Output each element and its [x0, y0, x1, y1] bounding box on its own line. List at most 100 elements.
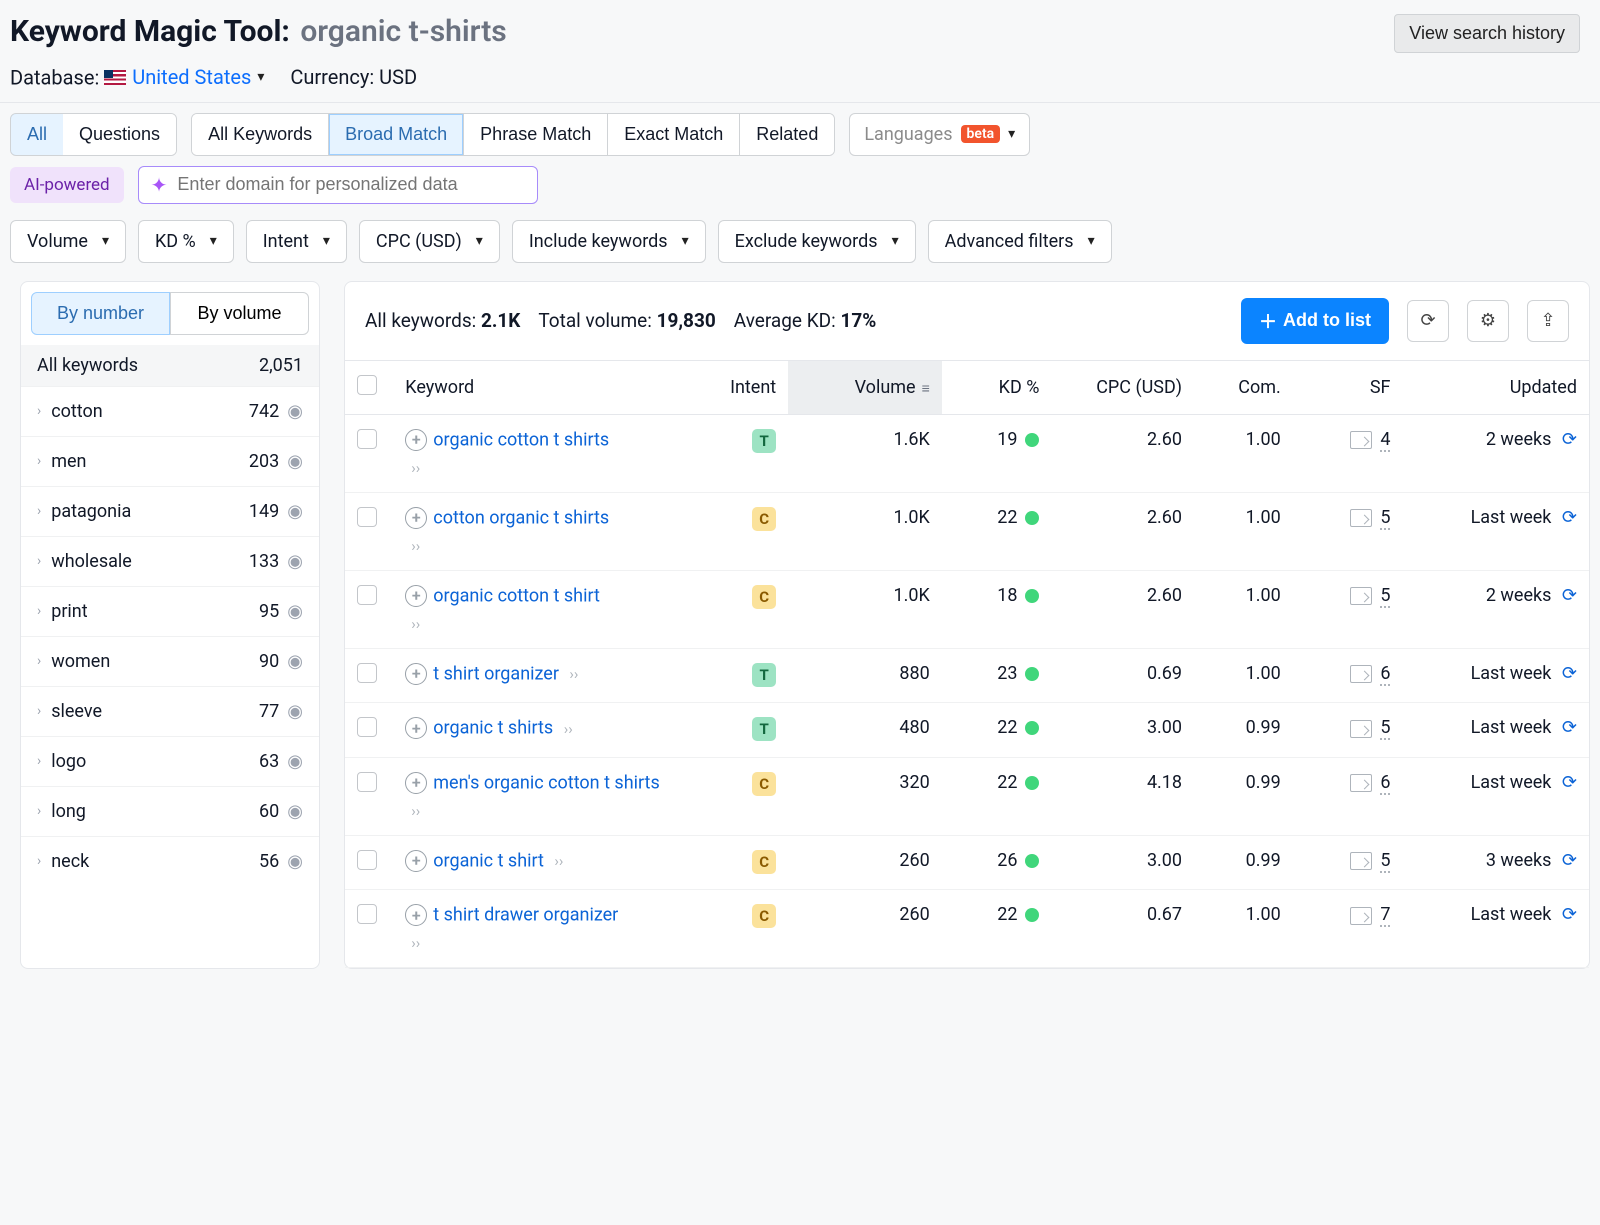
sidebar-group-sleeve[interactable]: ›sleeve77◉: [21, 686, 319, 736]
ai-domain-input[interactable]: [177, 174, 524, 195]
languages-dropdown[interactable]: Languages beta ▾: [849, 113, 1030, 156]
eye-icon[interactable]: ◉: [287, 851, 303, 872]
serp-features[interactable]: 5: [1350, 717, 1390, 740]
sidebar-tab-volume[interactable]: By volume: [170, 292, 309, 335]
keyword-link[interactable]: t shirt drawer organizer: [433, 905, 618, 926]
serp-features[interactable]: 5: [1350, 585, 1390, 608]
select-all-checkbox[interactable]: [357, 375, 377, 395]
refresh-row-button[interactable]: ⟳: [1562, 663, 1577, 684]
database-selector[interactable]: United States ▾: [104, 65, 264, 89]
expand-icon[interactable]: ››: [554, 852, 563, 870]
serp-features[interactable]: 5: [1350, 850, 1390, 873]
sidebar-tab-number[interactable]: By number: [31, 292, 170, 335]
row-checkbox[interactable]: [357, 507, 377, 527]
add-keyword-button[interactable]: +: [405, 585, 427, 607]
serp-features[interactable]: 6: [1350, 663, 1390, 686]
col-volume[interactable]: Volume≡: [788, 361, 942, 415]
col-sf[interactable]: SF: [1293, 361, 1403, 415]
col-updated[interactable]: Updated: [1402, 361, 1589, 415]
eye-icon[interactable]: ◉: [287, 551, 303, 572]
eye-icon[interactable]: ◉: [287, 401, 303, 422]
sidebar-group-print[interactable]: ›print95◉: [21, 586, 319, 636]
add-keyword-button[interactable]: +: [405, 904, 427, 926]
add-to-list-button[interactable]: ＋ Add to list: [1241, 298, 1389, 344]
filter-volume[interactable]: Volume▾: [10, 220, 126, 263]
row-checkbox[interactable]: [357, 772, 377, 792]
keyword-link[interactable]: organic t shirt: [433, 850, 544, 871]
sidebar-group-men[interactable]: ›men203◉: [21, 436, 319, 486]
expand-icon[interactable]: ››: [411, 802, 420, 820]
add-keyword-button[interactable]: +: [405, 772, 427, 794]
refresh-row-button[interactable]: ⟳: [1562, 772, 1577, 793]
eye-icon[interactable]: ◉: [287, 451, 303, 472]
refresh-row-button[interactable]: ⟳: [1562, 904, 1577, 925]
filter-cpc-usd-[interactable]: CPC (USD)▾: [359, 220, 500, 263]
tab-allkeywords[interactable]: All Keywords: [192, 114, 329, 155]
ai-domain-input-wrap[interactable]: ✦: [138, 166, 538, 204]
add-keyword-button[interactable]: +: [405, 717, 427, 739]
refresh-row-button[interactable]: ⟳: [1562, 850, 1577, 871]
sidebar-group-patagonia[interactable]: ›patagonia149◉: [21, 486, 319, 536]
row-checkbox[interactable]: [357, 850, 377, 870]
sidebar-group-wholesale[interactable]: ›wholesale133◉: [21, 536, 319, 586]
sidebar-group-logo[interactable]: ›logo63◉: [21, 736, 319, 786]
add-keyword-button[interactable]: +: [405, 850, 427, 872]
col-kd[interactable]: KD %: [942, 361, 1052, 415]
add-keyword-button[interactable]: +: [405, 663, 427, 685]
serp-features[interactable]: 6: [1350, 772, 1390, 795]
expand-icon[interactable]: ››: [411, 537, 420, 555]
add-keyword-button[interactable]: +: [405, 507, 427, 529]
col-keyword[interactable]: Keyword: [393, 361, 700, 415]
keyword-link[interactable]: men's organic cotton t shirts: [433, 772, 659, 793]
serp-features[interactable]: 7: [1350, 904, 1390, 927]
filter-kd-[interactable]: KD %▾: [138, 220, 234, 263]
sidebar-group-women[interactable]: ›women90◉: [21, 636, 319, 686]
refresh-row-button[interactable]: ⟳: [1562, 717, 1577, 738]
add-keyword-button[interactable]: +: [405, 429, 427, 451]
settings-button[interactable]: ⚙: [1467, 300, 1509, 342]
keyword-link[interactable]: organic cotton t shirt: [433, 585, 600, 606]
tab-phrasematch[interactable]: Phrase Match: [464, 114, 608, 155]
filter-exclude-keywords[interactable]: Exclude keywords▾: [718, 220, 916, 263]
eye-icon[interactable]: ◉: [287, 501, 303, 522]
row-checkbox[interactable]: [357, 904, 377, 924]
eye-icon[interactable]: ◉: [287, 651, 303, 672]
refresh-button[interactable]: ⟳: [1407, 300, 1449, 342]
keyword-link[interactable]: organic t shirts: [433, 718, 553, 739]
sidebar-group-neck[interactable]: ›neck56◉: [21, 836, 319, 886]
keyword-link[interactable]: cotton organic t shirts: [433, 507, 609, 528]
row-checkbox[interactable]: [357, 717, 377, 737]
filter-include-keywords[interactable]: Include keywords▾: [512, 220, 706, 263]
sidebar-all-keywords[interactable]: All keywords 2,051: [21, 345, 319, 386]
view-history-button[interactable]: View search history: [1394, 14, 1580, 53]
serp-features[interactable]: 5: [1350, 507, 1390, 530]
tab-exactmatch[interactable]: Exact Match: [608, 114, 740, 155]
row-checkbox[interactable]: [357, 585, 377, 605]
filter-intent[interactable]: Intent▾: [246, 220, 347, 263]
row-checkbox[interactable]: [357, 663, 377, 683]
sidebar-group-cotton[interactable]: ›cotton742◉: [21, 386, 319, 436]
filter-advanced-filters[interactable]: Advanced filters▾: [928, 220, 1112, 263]
eye-icon[interactable]: ◉: [287, 701, 303, 722]
expand-icon[interactable]: ››: [569, 665, 578, 683]
col-intent[interactable]: Intent: [700, 361, 788, 415]
refresh-row-button[interactable]: ⟳: [1562, 507, 1577, 528]
refresh-row-button[interactable]: ⟳: [1562, 429, 1577, 450]
serp-features[interactable]: 4: [1350, 429, 1390, 452]
tab-all[interactable]: All: [10, 113, 64, 156]
eye-icon[interactable]: ◉: [287, 601, 303, 622]
tab-broadmatch[interactable]: Broad Match: [329, 114, 464, 155]
col-cpc[interactable]: CPC (USD): [1051, 361, 1194, 415]
col-com[interactable]: Com.: [1194, 361, 1293, 415]
refresh-row-button[interactable]: ⟳: [1562, 585, 1577, 606]
keyword-link[interactable]: t shirt organizer: [433, 663, 559, 684]
eye-icon[interactable]: ◉: [287, 801, 303, 822]
tab-related[interactable]: Related: [740, 114, 834, 155]
tab-questions[interactable]: Questions: [63, 114, 176, 155]
expand-icon[interactable]: ››: [411, 934, 420, 952]
expand-icon[interactable]: ››: [411, 615, 420, 633]
eye-icon[interactable]: ◉: [287, 751, 303, 772]
export-button[interactable]: ⇪: [1527, 300, 1569, 342]
row-checkbox[interactable]: [357, 429, 377, 449]
sidebar-group-long[interactable]: ›long60◉: [21, 786, 319, 836]
